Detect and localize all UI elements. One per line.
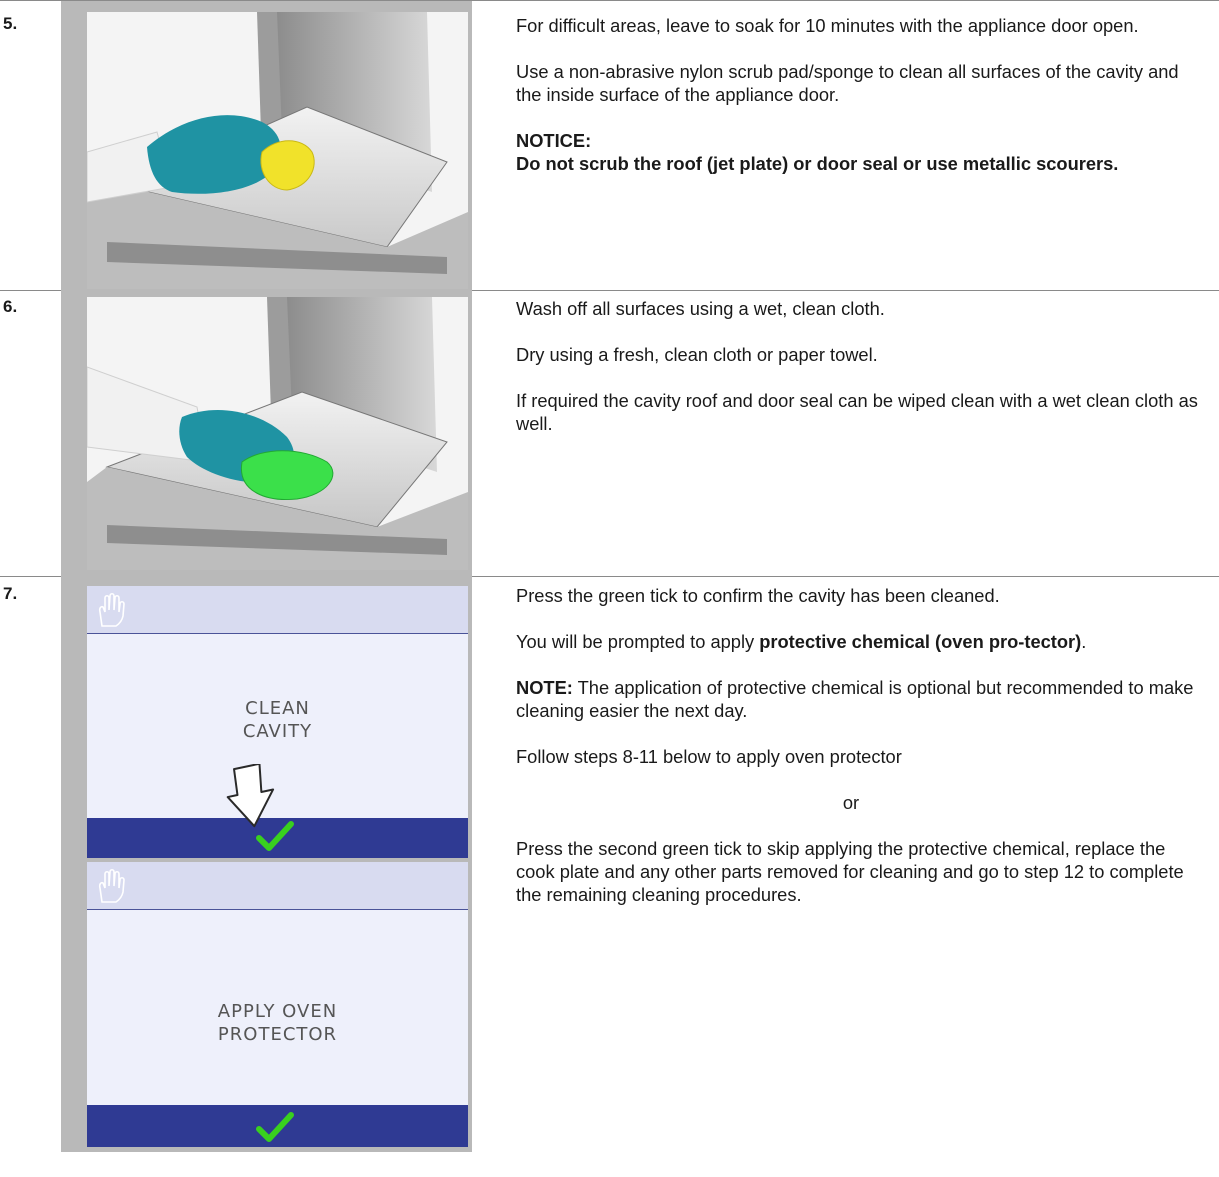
gloved-hand-icon bbox=[98, 592, 125, 627]
step-6-para-1: Wash off all surfaces using a wet, clean… bbox=[516, 298, 885, 319]
step-number-5: 5. bbox=[3, 14, 18, 33]
step-5-para-1: For difficult areas, leave to soak for 1… bbox=[516, 15, 1139, 36]
oven-scrub-illustration bbox=[87, 12, 468, 289]
step-number-6: 6. bbox=[3, 297, 18, 316]
note-label: NOTE: bbox=[516, 677, 573, 698]
protective-chemical-emphasis: protective chemical (oven pro-tector) bbox=[759, 631, 1082, 652]
screen-label-apply-oven-protector: APPLY OVEN PROTECTOR bbox=[87, 1000, 468, 1046]
screen-header bbox=[87, 586, 468, 634]
screen-label-line-2: CAVITY bbox=[242, 721, 313, 742]
green-tick-icon[interactable] bbox=[255, 820, 295, 854]
step-7-para-2-prefix: You will be prompted to apply bbox=[516, 631, 760, 652]
step-7-para-1: Press the green tick to confirm the cavi… bbox=[516, 585, 1000, 606]
step-5-text: For difficult areas, leave to soak for 1… bbox=[516, 14, 1206, 175]
step-5-photo bbox=[87, 12, 468, 289]
screen-label-line-1: APPLY OVEN bbox=[217, 1001, 338, 1022]
step-5-para-2: Use a non-abrasive nylon scrub pad/spong… bbox=[516, 61, 1179, 105]
step-6-photo bbox=[87, 297, 468, 570]
step-number-7: 7. bbox=[3, 584, 18, 603]
screen-apply-oven-protector: APPLY OVEN PROTECTOR bbox=[87, 862, 468, 1147]
step-6-para-3: If required the cavity roof and door sea… bbox=[516, 390, 1198, 434]
step-6-text: Wash off all surfaces using a wet, clean… bbox=[516, 297, 1206, 435]
screen-label-line-1: CLEAN bbox=[245, 698, 310, 719]
step-7-note: NOTE: The application of protective chem… bbox=[516, 676, 1206, 722]
screen-label-line-2: PROTECTOR bbox=[217, 1024, 338, 1045]
oven-wipe-illustration bbox=[87, 297, 468, 570]
screen-clean-cavity: CLEAN CAVITY bbox=[87, 586, 468, 858]
step-7-or: or bbox=[842, 792, 860, 813]
gloved-hand-icon bbox=[98, 868, 125, 903]
screen-label-clean-cavity: CLEAN CAVITY bbox=[87, 697, 468, 743]
notice-title: NOTICE: bbox=[516, 130, 592, 151]
step-7-para-6: Press the second green tick to skip appl… bbox=[516, 838, 1184, 905]
step-7-para-2-suffix: . bbox=[1081, 631, 1087, 652]
green-tick-icon[interactable] bbox=[255, 1111, 295, 1145]
screen-header bbox=[87, 862, 468, 910]
step-7-para-4: Follow steps 8-11 below to apply oven pr… bbox=[516, 746, 902, 767]
step-7-text: Press the green tick to confirm the cavi… bbox=[516, 584, 1206, 906]
step-6-para-2: Dry using a fresh, clean cloth or paper … bbox=[516, 344, 878, 365]
notice-body: Do not scrub the roof (jet plate) or doo… bbox=[516, 153, 1119, 174]
note-body: The application of protective chemical i… bbox=[516, 677, 1194, 721]
step-7-para-2: You will be prompted to apply protective… bbox=[516, 630, 1206, 653]
